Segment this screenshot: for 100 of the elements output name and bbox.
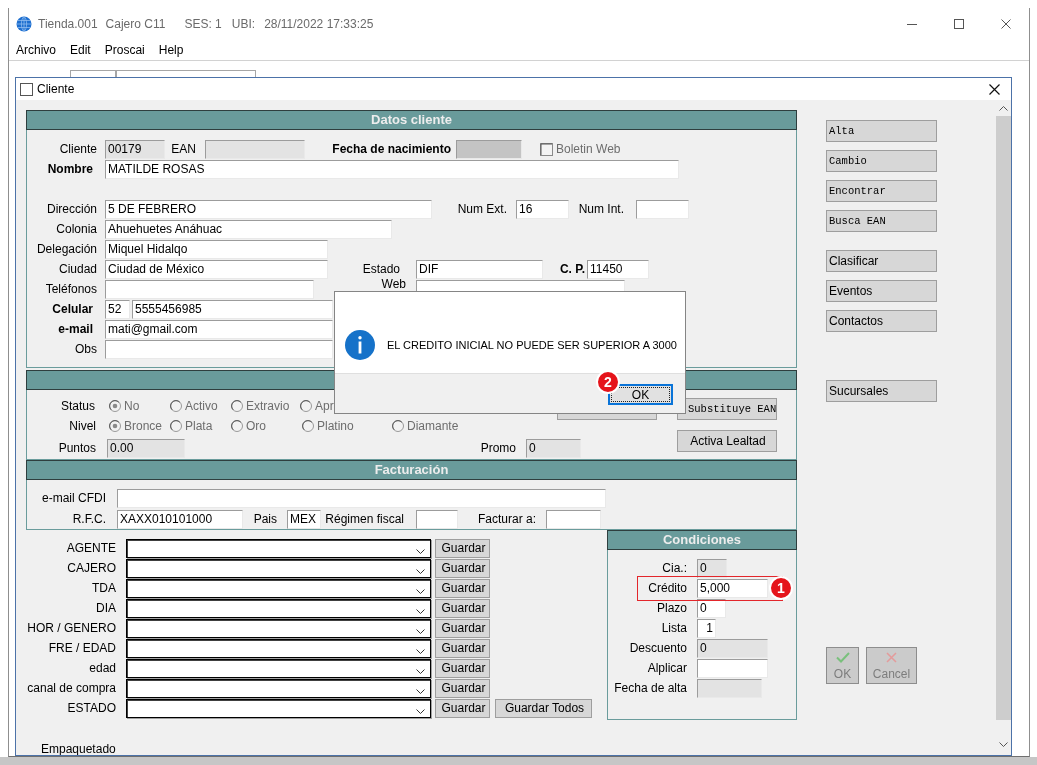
field-label: Status <box>60 398 95 414</box>
action-button[interactable]: Encontrar <box>826 180 937 202</box>
field-label: Nombre <box>47 161 93 177</box>
window-icon <box>20 82 33 96</box>
field-label: Celular <box>52 301 93 317</box>
menu-item[interactable]: Edit <box>63 40 98 60</box>
field-label: Teléfonos <box>45 281 97 297</box>
action-button[interactable]: Activa Lealtad <box>677 430 777 452</box>
field-label: CAJERO <box>67 560 116 576</box>
input-field[interactable] <box>105 339 333 359</box>
chevron-down-icon <box>416 688 425 694</box>
window-title: UBI: <box>231 17 256 31</box>
save-button[interactable]: Guardar <box>435 678 490 698</box>
save-button[interactable]: Guardar <box>435 658 490 678</box>
input-field[interactable]: 52 <box>105 299 130 319</box>
input-field[interactable]: 16 <box>516 199 569 219</box>
action-button[interactable]: Cambio <box>826 150 937 172</box>
input-field[interactable] <box>105 279 314 299</box>
input-field[interactable]: 11450 <box>587 259 649 279</box>
field-label: e-mail CFDI <box>42 490 106 506</box>
field-label: Nivel <box>69 418 96 434</box>
field-label: Puntos <box>58 440 96 456</box>
field-label: Colonia <box>56 221 97 237</box>
field-label: Fecha de nacimiento <box>332 141 451 157</box>
dropdown[interactable] <box>126 538 431 558</box>
input-field[interactable]: DIF <box>416 259 543 279</box>
dropdown[interactable] <box>126 618 431 638</box>
field-label: Régimen fiscal <box>325 511 404 527</box>
input-field[interactable]: MEX <box>287 509 321 529</box>
input-field[interactable]: Ahuehuetes Anáhuac <box>105 219 392 239</box>
action-button[interactable]: Sucursales <box>826 380 937 402</box>
field-label: Cliente <box>59 141 97 157</box>
dropdown[interactable] <box>126 698 431 718</box>
save-button[interactable]: Guardar <box>435 618 490 638</box>
field-label: Ciudad <box>58 261 97 277</box>
chevron-down-icon <box>416 548 425 554</box>
step-badge: 1 <box>769 576 793 600</box>
input-field[interactable]: mati@gmail.com <box>105 319 333 339</box>
input-field[interactable]: Miquel Hidalqo <box>105 239 328 259</box>
action-button[interactable]: Clasificar <box>826 250 937 272</box>
action-button[interactable]: Substituye EAN <box>677 398 777 420</box>
save-button[interactable]: Guardar <box>435 598 490 618</box>
field-label: DIA <box>96 600 116 616</box>
save-all-button[interactable]: Guardar Todos <box>495 698 592 718</box>
field-label: AGENTE <box>66 540 116 556</box>
field-label: canal de compra <box>27 680 116 696</box>
input-field[interactable] <box>117 488 606 508</box>
action-button[interactable]: Alta <box>826 120 937 142</box>
input-field[interactable]: 1 <box>697 618 716 638</box>
save-button[interactable]: Guardar <box>435 698 490 718</box>
window-title: Cliente <box>37 82 75 96</box>
window-title: Cajero C11 <box>105 17 166 31</box>
chevron-down-icon <box>416 708 425 714</box>
field-label: ESTADO <box>67 700 116 716</box>
menu-item[interactable]: Help <box>151 40 191 60</box>
field-label: FRE / EDAD <box>48 640 116 656</box>
field-label: EAN <box>171 141 196 157</box>
input-field[interactable]: Ciudad de México <box>105 259 328 279</box>
field-label: Alplicar <box>647 660 687 676</box>
dropdown[interactable] <box>126 578 431 598</box>
dropdown[interactable] <box>126 678 431 698</box>
field-label: Dirección <box>47 201 97 217</box>
save-button[interactable]: Guardar <box>435 638 490 658</box>
input-field[interactable]: XAXX010101000 <box>117 509 243 529</box>
input-field[interactable] <box>416 509 458 529</box>
input-field[interactable] <box>697 658 768 678</box>
action-button[interactable]: Contactos <box>826 310 937 332</box>
field-label: Descuento <box>629 640 687 656</box>
field-label: Num Int. <box>578 201 624 217</box>
dialog-message: EL CREDITO INICIAL NO PUEDE SER SUPERIOR A 3000 <box>387 338 677 353</box>
field-label: Estado <box>362 261 400 277</box>
chevron-down-icon <box>416 608 425 614</box>
field-label: Empaquetado <box>41 741 116 755</box>
chevron-down-icon <box>998 742 1008 747</box>
field-label: TDA <box>92 580 116 596</box>
input-field[interactable]: 5 DE FEBRERO <box>105 199 432 219</box>
save-button[interactable]: Guardar <box>435 538 490 558</box>
input-field[interactable]: 5,000 <box>697 578 768 598</box>
step-badge: 2 <box>596 370 620 394</box>
field-label: Pais <box>253 511 277 527</box>
menu-item[interactable]: Proscai <box>97 40 152 60</box>
input-field[interactable]: MATILDE ROSAS <box>105 159 679 179</box>
close-icon <box>988 83 1000 95</box>
menu-item[interactable]: Archivo <box>9 40 63 60</box>
close-icon <box>1000 19 1011 29</box>
globe-icon <box>16 16 32 32</box>
action-button[interactable]: Eventos <box>826 280 937 302</box>
save-button[interactable]: Guardar <box>435 558 490 578</box>
chevron-down-icon <box>416 648 425 654</box>
save-button[interactable]: Guardar <box>435 578 490 598</box>
input-field[interactable] <box>636 199 689 219</box>
input-field[interactable] <box>546 509 601 529</box>
dropdown[interactable] <box>126 638 431 658</box>
input-field[interactable]: 5555456985 <box>132 299 333 319</box>
dropdown[interactable] <box>126 658 431 678</box>
field-label: Fecha de alta <box>614 680 687 696</box>
section-header: Datos cliente <box>26 110 797 130</box>
action-button[interactable]: Busca EAN <box>826 210 937 232</box>
dropdown[interactable] <box>126 598 431 618</box>
dropdown[interactable] <box>126 558 431 578</box>
